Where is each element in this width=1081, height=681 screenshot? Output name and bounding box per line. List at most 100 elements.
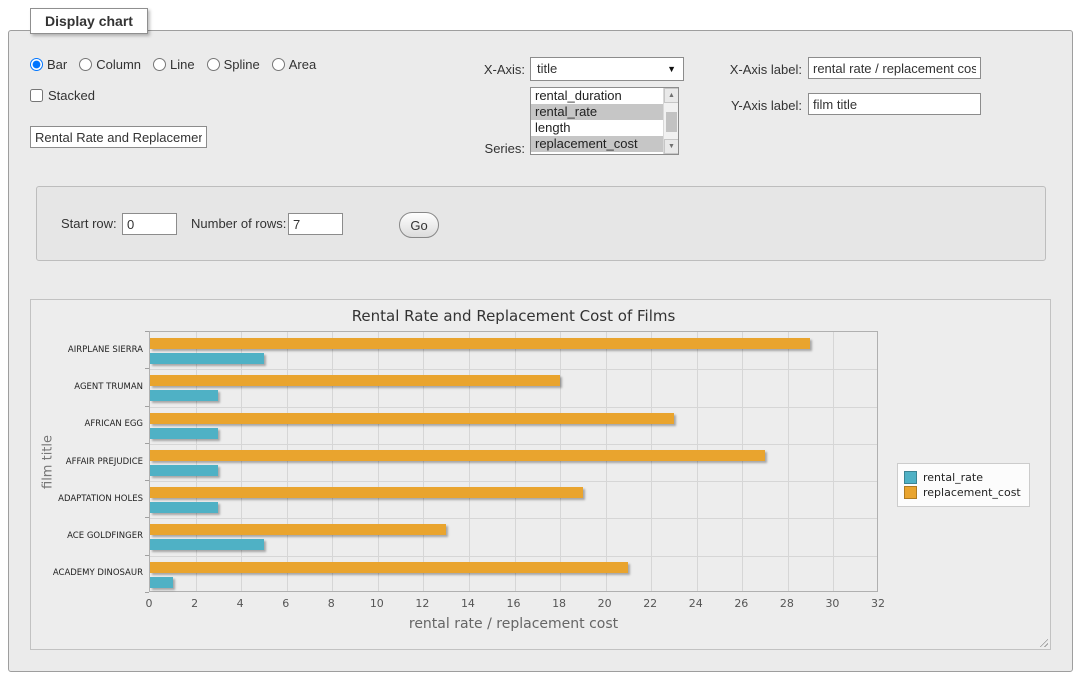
- x-tick-label: 10: [370, 597, 384, 610]
- stacked-checkbox[interactable]: [30, 89, 43, 102]
- gridline: [150, 407, 877, 408]
- legend-label-replacement_cost: replacement_cost: [923, 486, 1021, 499]
- x-axis-title: rental rate / replacement cost: [149, 616, 878, 632]
- y-tick: [145, 443, 149, 444]
- chart-type-option-spline: Spline: [207, 57, 260, 72]
- x-tick-label: 28: [780, 597, 794, 610]
- gridline: [332, 332, 333, 591]
- chart-type-radio-column[interactable]: [79, 58, 92, 71]
- x-tick-label: 12: [415, 597, 429, 610]
- y-axis-label-input[interactable]: [808, 93, 981, 115]
- bar-rental_rate: [150, 390, 218, 401]
- gridline: [742, 332, 743, 591]
- category-label: AFFAIR PREJUDICE: [66, 457, 143, 467]
- x-tick-label: 24: [689, 597, 703, 610]
- gridline: [150, 369, 877, 370]
- gridline: [150, 444, 877, 445]
- x-tick-label: 4: [237, 597, 244, 610]
- scroll-down-icon[interactable]: ▼: [664, 139, 679, 154]
- number-of-rows-label: Number of rows:: [191, 216, 286, 231]
- plot-area: [149, 331, 878, 592]
- bar-rental_rate: [150, 428, 218, 439]
- y-tick: [145, 517, 149, 518]
- series-option-length[interactable]: length: [531, 120, 663, 136]
- y-tick: [145, 331, 149, 332]
- legend-item-rental_rate: rental_rate: [904, 471, 1021, 484]
- bar-rental_rate: [150, 577, 173, 588]
- stacked-row: Stacked: [30, 88, 95, 103]
- x-tick-label: 2: [191, 597, 198, 610]
- series-select-label: Series:: [440, 141, 525, 156]
- y-tick: [145, 406, 149, 407]
- resize-grip-icon[interactable]: [1039, 638, 1048, 647]
- gridline: [378, 332, 379, 591]
- legend-label-rental_rate: rental_rate: [923, 471, 983, 484]
- x-tick-label: 30: [825, 597, 839, 610]
- start-row-input[interactable]: [122, 213, 177, 235]
- y-axis-label-field-label: Y-Axis label:: [712, 98, 802, 113]
- gridline: [423, 332, 424, 591]
- series-option-replacement_cost[interactable]: replacement_cost: [531, 136, 663, 152]
- chart-type-radio-label: Area: [289, 57, 316, 72]
- gridline: [651, 332, 652, 591]
- bar-rental_rate: [150, 539, 264, 550]
- x-tick-label: 0: [146, 597, 153, 610]
- chart-container: Rental Rate and Replacement Cost of Film…: [30, 299, 1051, 650]
- chart-type-radio-bar[interactable]: [30, 58, 43, 71]
- chart-type-option-area: Area: [272, 57, 316, 72]
- go-button[interactable]: Go: [399, 212, 439, 238]
- gridline: [469, 332, 470, 591]
- y-tick: [145, 480, 149, 481]
- category-label: AFRICAN EGG: [85, 419, 143, 429]
- bar-rental_rate: [150, 465, 218, 476]
- series-option-rental_duration[interactable]: rental_duration: [531, 88, 663, 104]
- x-axis-label-input[interactable]: [808, 57, 981, 79]
- legend-swatch-rental_rate: [904, 471, 917, 484]
- bar-replacement_cost: [150, 450, 765, 461]
- gridline: [788, 332, 789, 591]
- page: Display chart Bar Column Line Spline Area St…: [0, 0, 1081, 681]
- bar-rental_rate: [150, 353, 264, 364]
- x-tick-label: 14: [461, 597, 475, 610]
- x-tick-label: 8: [328, 597, 335, 610]
- bar-replacement_cost: [150, 524, 446, 535]
- x-tick-label: 22: [643, 597, 657, 610]
- x-tick-label: 20: [598, 597, 612, 610]
- y-tick: [145, 592, 149, 593]
- x-tick-label: 6: [282, 597, 289, 610]
- bar-replacement_cost: [150, 562, 628, 573]
- category-label: ADAPTATION HOLES: [58, 494, 143, 504]
- series-listbox[interactable]: rental_durationrental_ratelengthreplacem…: [530, 87, 679, 155]
- chart-type-option-line: Line: [153, 57, 195, 72]
- chart-type-radio-label: Column: [96, 57, 141, 72]
- stacked-label: Stacked: [48, 88, 95, 103]
- chart-title: Rental Rate and Replacement Cost of Film…: [149, 307, 878, 325]
- stacked-label-wrap: Stacked: [30, 88, 95, 103]
- x-tick-label: 16: [507, 597, 521, 610]
- scroll-up-icon[interactable]: ▲: [664, 88, 679, 103]
- start-row-label: Start row:: [61, 216, 117, 231]
- category-label: ACE GOLDFINGER: [67, 531, 143, 541]
- gridline: [833, 332, 834, 591]
- chart-type-radio-line[interactable]: [153, 58, 166, 71]
- series-scrollbar[interactable]: ▲ ▼: [663, 88, 678, 154]
- chart-type-radio-area[interactable]: [272, 58, 285, 71]
- x-tick-label: 26: [734, 597, 748, 610]
- chart-type-option-column: Column: [79, 57, 141, 72]
- category-label: AGENT TRUMAN: [74, 382, 143, 392]
- chart-legend: rental_rate replacement_cost: [897, 463, 1030, 507]
- panel-legend: Display chart: [30, 8, 148, 34]
- series-option-rental_rate[interactable]: rental_rate: [531, 104, 663, 120]
- bar-rental_rate: [150, 502, 218, 513]
- y-tick: [145, 555, 149, 556]
- number-of-rows-input[interactable]: [288, 213, 343, 235]
- scrollbar-thumb[interactable]: [666, 112, 677, 132]
- chart-title-input[interactable]: [30, 126, 207, 148]
- x-axis-select[interactable]: title ▼: [530, 57, 684, 81]
- chart-type-radio-label: Bar: [47, 57, 67, 72]
- row-range-panel: Start row: Number of rows: Go: [36, 186, 1046, 261]
- chart-type-option-bar: Bar: [30, 57, 67, 72]
- gridline: [287, 332, 288, 591]
- chart-type-radio-spline[interactable]: [207, 58, 220, 71]
- x-tick-label: 32: [871, 597, 885, 610]
